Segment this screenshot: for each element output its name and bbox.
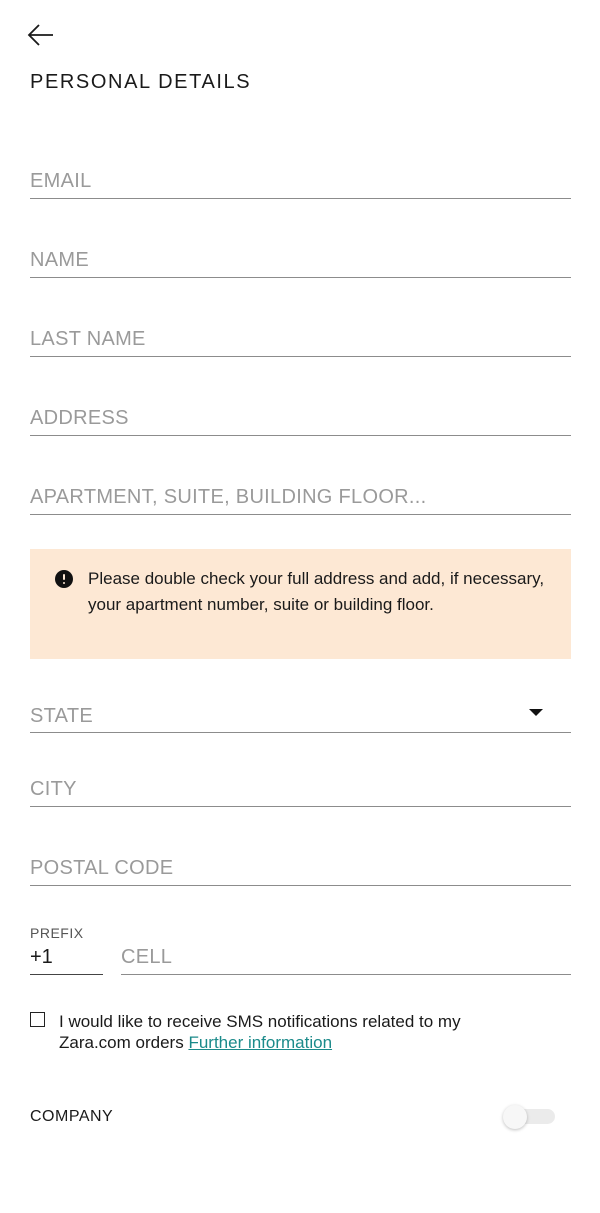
page-title: PERSONAL DETAILS (30, 71, 252, 93)
state-placeholder: STATE (30, 705, 93, 727)
company-label: COMPANY (30, 1108, 114, 1125)
arrow-left-icon (27, 24, 53, 46)
prefix-field-wrapper (30, 946, 103, 975)
back-button[interactable] (24, 20, 58, 50)
cell-field[interactable] (121, 946, 571, 974)
exclamation-circle-icon (55, 570, 73, 588)
sms-consent-text: I would like to receive SMS notification… (59, 1011, 529, 1053)
address-field[interactable] (30, 407, 571, 435)
caret-down-icon (529, 709, 543, 716)
city-field-wrapper (30, 778, 571, 807)
address-notice: Please double check your full address an… (30, 549, 571, 659)
email-field-wrapper (30, 170, 571, 199)
apartment-field-wrapper (30, 486, 571, 515)
further-information-link[interactable]: Further information (188, 1033, 332, 1052)
name-field[interactable] (30, 249, 571, 277)
last-name-field[interactable] (30, 328, 571, 356)
apartment-field[interactable] (30, 486, 571, 514)
sms-checkbox[interactable] (30, 1012, 45, 1027)
last-name-field-wrapper (30, 328, 571, 357)
prefix-field[interactable] (30, 946, 103, 974)
state-select[interactable]: STATE (30, 700, 571, 733)
postal-code-field-wrapper (30, 857, 571, 886)
email-field[interactable] (30, 170, 571, 198)
company-toggle[interactable] (503, 1105, 555, 1129)
name-field-wrapper (30, 249, 571, 278)
notice-text: Please double check your full address an… (88, 569, 545, 614)
city-field[interactable] (30, 778, 571, 806)
toggle-knob (503, 1105, 527, 1129)
postal-code-field[interactable] (30, 857, 571, 885)
prefix-label: PREFIX (30, 925, 84, 941)
address-field-wrapper (30, 407, 571, 436)
cell-field-wrapper (121, 946, 571, 975)
